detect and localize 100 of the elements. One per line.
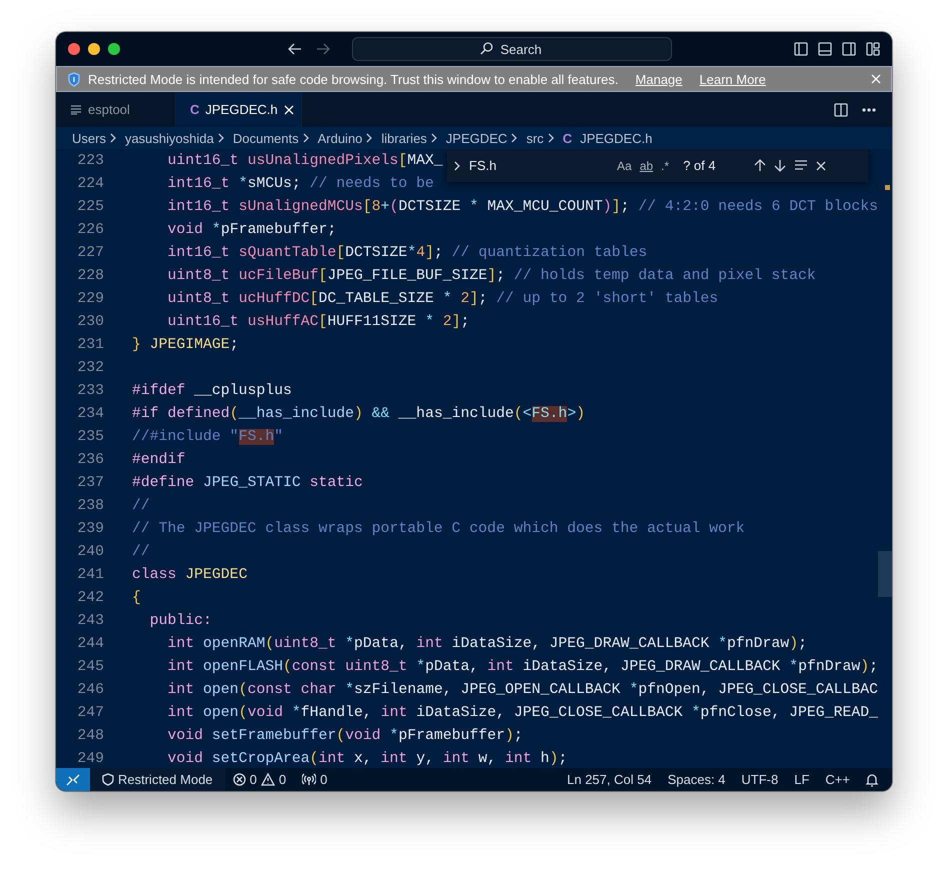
line-number: 224 <box>76 176 104 192</box>
sidebar-layout-icon[interactable] <box>794 42 808 56</box>
chevron-right-icon <box>302 133 310 143</box>
arrow-up-icon[interactable] <box>754 159 766 172</box>
line-number: 245 <box>76 658 104 674</box>
code-line: // <box>132 544 150 560</box>
zoom-window-button[interactable] <box>108 43 120 55</box>
line-number: 249 <box>76 750 104 766</box>
code-line: int openFLASH(const uint8_t *pData, int iDataSize, JPEG_DRAW_CALLBACK *pfnDraw); <box>166 658 878 674</box>
code-line: { <box>132 590 141 606</box>
code-line: // The JPEGDEC class wraps portable C code which does the actual work <box>132 520 745 536</box>
code-line: uint8_t ucHuffDC[DC_TABLE_SIZE * 2]; // up to 2 'short' tables <box>166 290 718 306</box>
breadcrumb-item[interactable]: JPEGDEC.h <box>580 130 652 146</box>
line-number: 247 <box>76 704 104 720</box>
line-ending-status[interactable]: LF <box>786 768 818 791</box>
chevron-right-icon[interactable] <box>453 160 461 170</box>
line-number: 229 <box>76 290 104 306</box>
back-arrow-icon[interactable] <box>288 43 302 55</box>
warning-icon <box>260 773 275 786</box>
code-line: void setFramebuffer(void *pFramebuffer); <box>166 728 523 744</box>
remote-button[interactable] <box>56 768 90 791</box>
lines-icon <box>70 104 82 114</box>
close-window-button[interactable] <box>68 43 80 55</box>
code-line: #endif <box>132 452 186 468</box>
editor-tab[interactable]: C JPEGDEC.h <box>176 92 302 127</box>
chevron-right-icon <box>108 133 117 143</box>
error-icon <box>232 773 246 786</box>
code-line: void setCropArea(int x, int y, int w, int h); <box>166 750 568 766</box>
breadcrumb-item[interactable]: src <box>526 130 544 146</box>
banner-link[interactable]: Learn More <box>699 72 766 86</box>
line-number: 239 <box>76 520 104 536</box>
scroll-marker <box>885 185 890 190</box>
find-input[interactable]: FS.h <box>469 158 609 173</box>
more-icon[interactable] <box>862 108 876 112</box>
restricted-mode-button[interactable]: Restricted Mode <box>90 768 225 791</box>
code-line: public: <box>148 612 212 628</box>
code-line: uint8_t ucFileBuf[JPEG_FILE_BUF_SIZE]; // holds temp data and pixel stack <box>166 268 816 284</box>
bell-icon[interactable] <box>866 772 878 786</box>
search-icon <box>480 42 493 55</box>
code-line: int openRAM(uint8_t *pData, int iDataSize, JPEG_DRAW_CALLBACK *pfnDraw); <box>166 636 807 652</box>
shield-icon <box>67 72 81 86</box>
code-line: class JPEGDEC <box>132 566 248 582</box>
find-option-toggle[interactable]: .* <box>661 158 670 172</box>
code-line: #if defined(__has_include) && __has_include(<FS.h>) <box>132 406 585 422</box>
minimize-window-button[interactable] <box>88 43 100 55</box>
line-number: 244 <box>76 636 104 652</box>
secondary-sidebar-icon[interactable] <box>842 42 856 56</box>
code-line: #ifdef __cplusplus <box>132 382 292 398</box>
indentation-status[interactable]: Spaces: 4 <box>660 768 734 791</box>
line-number: 223 <box>76 152 104 168</box>
breadcrumb-item[interactable]: libraries <box>381 130 427 146</box>
forward-arrow-icon[interactable] <box>316 43 330 55</box>
lines-icon[interactable] <box>794 160 808 171</box>
breadcrumb-item[interactable]: Arduino <box>318 130 362 146</box>
code-line: // <box>132 498 150 514</box>
code-line: } JPEGIMAGE; <box>132 336 239 352</box>
line-number: 238 <box>76 498 104 514</box>
chevron-right-icon <box>365 133 374 143</box>
line-number: 241 <box>76 566 104 582</box>
line-number: 233 <box>76 382 104 398</box>
find-option-toggle[interactable]: Aa <box>617 158 632 172</box>
chevron-right-icon <box>216 133 225 143</box>
chevron-right-icon <box>546 133 555 143</box>
breadcrumb-item[interactable]: JPEGDEC <box>446 130 508 146</box>
chevron-right-icon <box>430 133 438 143</box>
line-number: 231 <box>76 336 104 352</box>
line-number: 248 <box>76 728 104 744</box>
encoding-status[interactable]: UTF-8 <box>733 768 786 791</box>
line-number: 228 <box>76 268 104 284</box>
line-number: 242 <box>76 590 104 606</box>
line-number: 227 <box>76 244 104 260</box>
code-line: int16_t *sMCUs; // needs to be <box>166 176 434 192</box>
line-number: 237 <box>76 474 104 490</box>
ports-button[interactable]: 0 <box>294 768 336 791</box>
split-editor-icon[interactable] <box>834 102 848 116</box>
match-count: ? of 4 <box>683 158 716 173</box>
line-number: 236 <box>76 452 104 468</box>
code-line: #define JPEG_STATIC static <box>132 474 363 490</box>
problems-button[interactable]: 0 0 <box>224 768 294 791</box>
close-icon[interactable] <box>816 160 826 170</box>
line-number: 232 <box>76 360 104 376</box>
banner-link[interactable]: Manage <box>635 72 682 86</box>
arrow-down-icon[interactable] <box>774 159 786 172</box>
customize-layout-icon[interactable] <box>866 42 880 56</box>
code-line: uint16_t usUnalignedPixels[MAX_ <box>166 152 443 168</box>
find-option-toggle[interactable]: ab <box>640 158 654 172</box>
cursor-position[interactable]: Ln 257, Col 54 <box>559 768 660 791</box>
panel-layout-icon[interactable] <box>818 42 832 56</box>
code-line: int open(void *fHandle, int iDataSize, JPEG_CLOSE_CALLBACK *pfnClose, JPEG_READ_ <box>166 704 878 720</box>
line-number: 235 <box>76 428 104 444</box>
language-mode[interactable]: C++ <box>817 768 858 791</box>
line-number: 246 <box>76 682 104 698</box>
code-line: int open(const char *szFilename, JPEG_OPEN_CALLBACK *pfnOpen, JPEG_CLOSE_CALLBAC <box>166 682 878 698</box>
search-field[interactable]: Search <box>352 37 672 61</box>
line-number: 226 <box>76 222 104 238</box>
code-line: int16_t sQuantTable[DCTSIZE*4]; // quantization tables <box>166 244 648 260</box>
breadcrumb-item[interactable]: yasushiyoshida <box>124 130 214 146</box>
breadcrumb-item[interactable]: Users <box>72 130 106 146</box>
breadcrumb-item[interactable]: Documents <box>232 130 299 146</box>
scrollbar-thumb[interactable] <box>878 551 892 597</box>
